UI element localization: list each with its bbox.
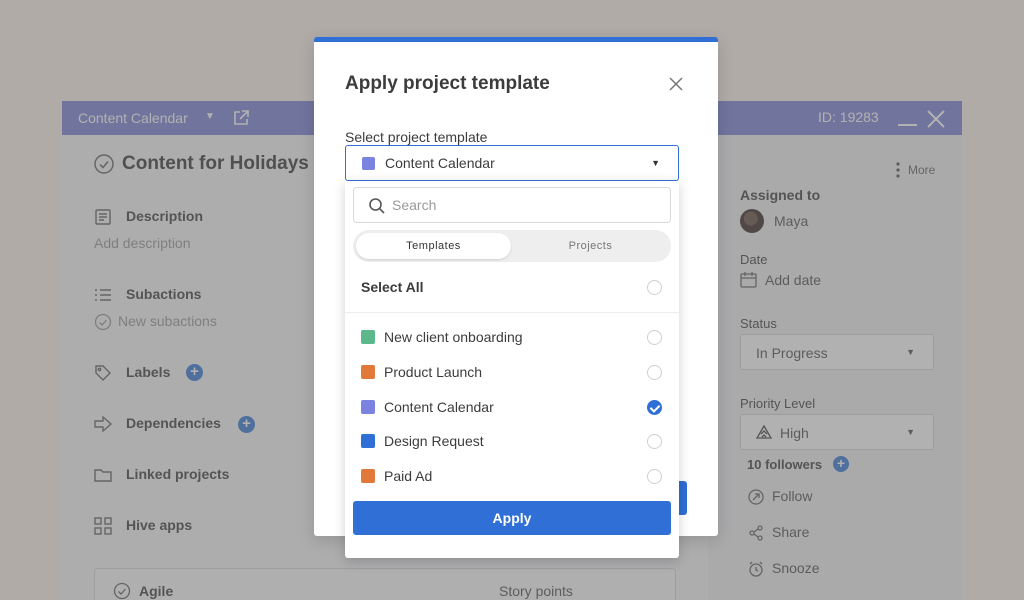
template-color-swatch — [361, 400, 375, 414]
list-item[interactable]: Paid Ad — [345, 459, 679, 493]
template-color-swatch — [361, 434, 375, 448]
search-box — [353, 187, 671, 223]
template-color-swatch — [361, 365, 375, 379]
item-label: Product Launch — [384, 364, 483, 380]
chevron-down-icon: ▼ — [651, 158, 660, 168]
item-radio-checked[interactable] — [647, 400, 662, 415]
template-select[interactable]: Content Calendar ▼ — [345, 145, 679, 181]
item-radio[interactable] — [647, 469, 662, 484]
list-item[interactable]: Product Launch — [345, 355, 679, 389]
select-all-radio[interactable] — [647, 280, 662, 295]
list-item[interactable]: Design Request — [345, 424, 679, 458]
template-color-swatch — [362, 157, 375, 170]
template-color-swatch — [361, 330, 375, 344]
tab-group: Templates Projects — [353, 230, 671, 262]
modal-title: Apply project template — [345, 73, 550, 94]
item-radio[interactable] — [647, 365, 662, 380]
select-all-label[interactable]: Select All — [361, 279, 424, 295]
item-label: Content Calendar — [384, 399, 494, 415]
item-label: Design Request — [384, 433, 484, 449]
select-template-label: Select project template — [345, 129, 488, 145]
template-color-swatch — [361, 469, 375, 483]
divider — [345, 312, 679, 313]
selected-template: Content Calendar — [385, 155, 495, 171]
search-input[interactable] — [392, 192, 662, 218]
list-item[interactable]: New client onboarding — [345, 320, 679, 354]
item-radio[interactable] — [647, 330, 662, 345]
item-radio[interactable] — [647, 434, 662, 449]
item-label: New client onboarding — [384, 329, 523, 345]
search-icon — [369, 198, 385, 214]
tab-projects[interactable]: Projects — [513, 233, 668, 259]
apply-button[interactable]: Apply — [353, 501, 671, 535]
item-label: Paid Ad — [384, 468, 433, 484]
tab-templates[interactable]: Templates — [356, 233, 511, 259]
template-dropdown: Templates Projects Select All New client… — [345, 181, 679, 558]
list-item[interactable]: Content Calendar — [345, 390, 679, 424]
close-icon[interactable] — [669, 77, 683, 91]
